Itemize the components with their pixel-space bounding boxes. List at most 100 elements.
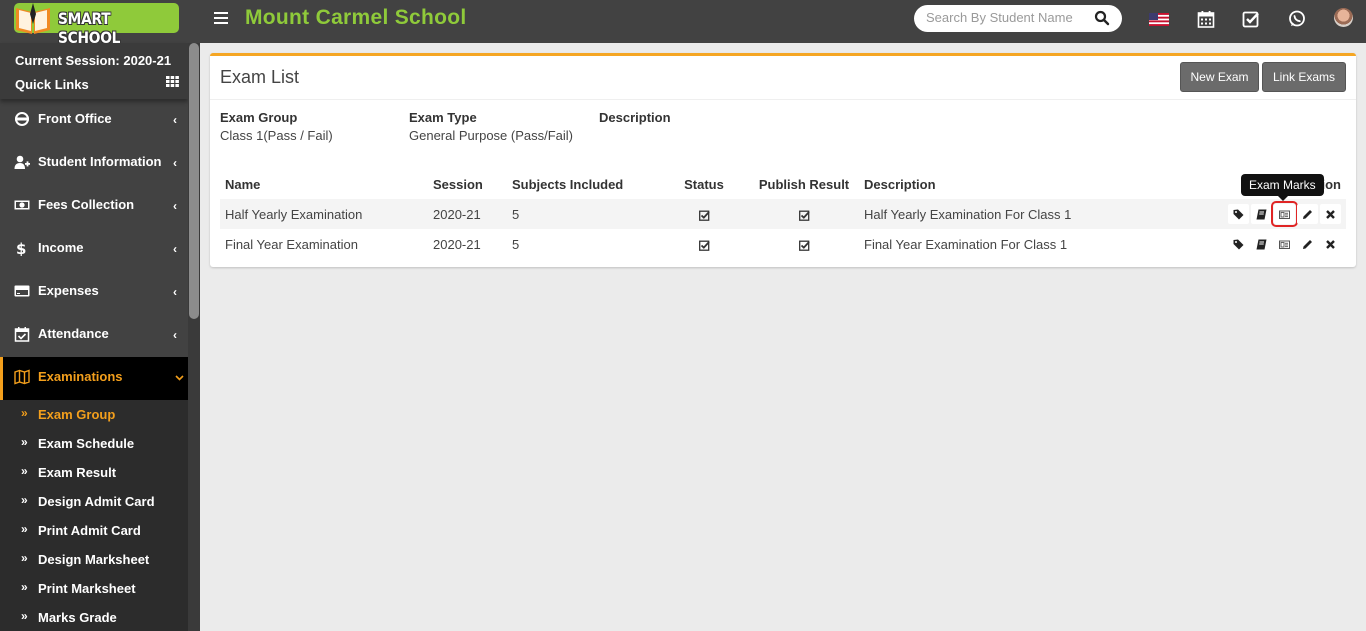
book-icon [1256,239,1267,250]
exam-session: 2020-21 [433,236,481,252]
exam-marks-tooltip: Exam Marks [1241,174,1324,201]
submenu-item-print-admit-card[interactable]: » Print Admit Card [0,516,200,545]
front-office-icon [15,112,29,126]
submenu-item-marks-grade[interactable]: » Marks Grade [0,603,200,631]
checked-icon [698,240,710,251]
exam-publish-result [749,229,859,259]
double-chevron-right-icon: » [21,580,28,594]
new-exam-button[interactable]: New Exam [1180,62,1259,92]
search-icon[interactable] [1094,10,1110,26]
submenu-item-exam-group[interactable]: » Exam Group [0,400,200,429]
checked-icon [698,210,710,221]
submenu-item-exam-result[interactable]: » Exam Result [0,458,200,487]
tag-icon [1233,239,1244,250]
credit-card-icon [14,285,30,297]
table-row: Half Yearly Examination 2020-21 5 Half Y… [220,199,1346,229]
sidebar-item-label: Attendance [38,326,109,341]
exam-session: 2020-21 [428,199,507,229]
exam-marks-button[interactable] [1271,201,1298,227]
quick-links[interactable]: Quick Links [15,77,89,92]
user-plus-icon [14,155,30,169]
submenu-item-exam-schedule[interactable]: » Exam Schedule [0,429,200,458]
session-box: Current Session: 2020-21 Quick Links [0,43,188,99]
submenu-item-design-admit-card[interactable]: » Design Admit Card [0,487,200,516]
sidebar-item-label: Student Information [38,154,162,169]
exam-description: Half Yearly Examination For Class 1 [859,199,1149,229]
smart-school-logo[interactable]: SMART SCHOOL [14,3,179,47]
sidebar-item-label: Income [38,240,84,255]
delete-button[interactable] [1320,204,1341,224]
sidebar-scrollbar-thumb[interactable] [189,43,199,319]
exam-status [659,229,749,259]
chevron-left-icon: ‹ [173,328,177,342]
sidebar-item-examinations[interactable]: Examinations [0,357,200,400]
assign-student-button[interactable] [1228,234,1249,254]
money-icon [14,200,30,210]
close-icon [1326,210,1335,219]
brand-text: SMART SCHOOL [58,9,121,47]
page-title: Exam List [220,67,300,87]
submenu-item-design-marksheet[interactable]: » Design Marksheet [0,545,200,574]
exam-description: Final Year Examination For Class 1 [864,236,1068,252]
sidebar-item-income[interactable]: $ Income ‹ [0,228,188,271]
sidebar-item-label: Examinations [38,369,123,384]
chevron-left-icon: ‹ [173,199,177,213]
student-search-input[interactable] [926,10,1081,25]
chevron-left-icon: ‹ [173,113,177,127]
panel-header: Exam List New Exam Link Exams [210,56,1356,100]
table-header-row: Name Session Subjects Included Status Pu… [220,169,1346,199]
user-avatar[interactable] [1334,8,1353,27]
column-header-session: Session [433,176,483,192]
table-row: Final Year Examination 2020-21 5 Final Y… [220,229,1346,259]
exam-subjects-button[interactable] [1251,234,1272,254]
exam-table: Name Session Subjects Included Status Pu… [220,169,1346,259]
sidebar-toggle-button[interactable] [214,12,228,26]
edit-button[interactable] [1297,234,1318,254]
exam-type-value: General Purpose (Pass/Fail) [409,128,574,143]
calendar-icon[interactable] [1196,9,1216,29]
sidebar-item-expenses[interactable]: Expenses ‹ [0,271,188,314]
exam-subjects-button[interactable] [1251,204,1272,224]
dollar-icon: $ [16,240,26,256]
exam-publish-result [749,199,859,229]
sidebar-item-attendance[interactable]: Attendance ‹ [0,314,188,357]
description-info: Description [599,110,671,128]
whatsapp-icon[interactable] [1287,9,1307,29]
close-icon [1326,240,1335,249]
exam-group-value: Class 1(Pass / Fail) [220,128,333,143]
sidebar-item-fees-collection[interactable]: Fees Collection ‹ [0,185,188,228]
current-session: Current Session: 2020-21 [15,53,172,68]
submenu-item-label: Exam Schedule [38,436,135,451]
chevron-down-icon [175,375,184,381]
link-exams-button[interactable]: Link Exams [1262,62,1346,92]
double-chevron-right-icon: » [21,406,28,420]
checked-icon [798,210,810,221]
chevron-left-icon: ‹ [173,285,177,299]
chevron-left-icon: ‹ [173,156,177,170]
exam-marks-button[interactable] [1274,234,1295,254]
submenu-item-label: Exam Result [38,465,117,480]
sidebar-item-student-information[interactable]: Student Information ‹ [0,142,188,185]
pencil-icon [1303,210,1312,219]
sidebar-item-front-office[interactable]: Front Office ‹ [0,99,188,142]
description-label: Description [599,110,671,125]
column-header-publish-result: Publish Result [758,176,850,192]
exam-subjects-count: 5 [507,199,659,229]
calendar-check-icon [14,327,30,342]
sidebar-item-label: Expenses [38,283,99,298]
exam-type-label: Exam Type [409,110,477,125]
delete-button[interactable] [1320,234,1341,254]
submenu-item-label: Print Admit Card [38,523,141,538]
exam-subjects-count: 5 [512,236,520,252]
assign-student-button[interactable] [1228,204,1249,224]
grid-icon[interactable] [166,76,179,87]
check-square-icon[interactable] [1241,9,1261,29]
submenu-item-print-marksheet[interactable]: » Print Marksheet [0,574,200,603]
double-chevron-right-icon: » [21,522,28,536]
edit-button[interactable] [1297,204,1318,224]
double-chevron-right-icon: » [21,493,28,507]
student-search [914,5,1122,32]
us-flag-icon[interactable] [1149,9,1169,29]
submenu-item-label: Exam Group [38,407,116,422]
checked-icon [798,240,810,251]
